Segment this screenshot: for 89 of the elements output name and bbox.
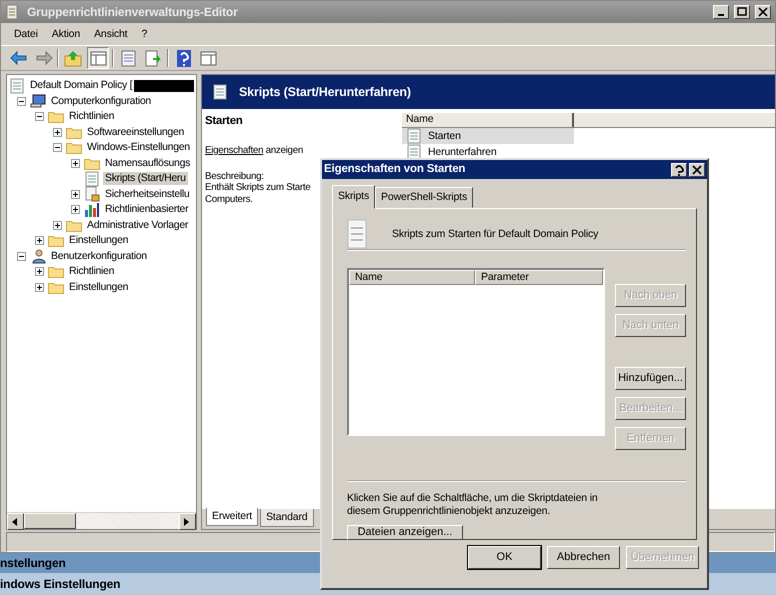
- scroll-left-button[interactable]: [7, 513, 24, 530]
- left-triangle-icon[interactable]: [12, 518, 16, 526]
- collapse-icon[interactable]: [17, 252, 26, 261]
- folder-icon: [48, 280, 64, 294]
- tree-pane-icon[interactable]: [88, 48, 108, 68]
- view-tab[interactable]: Erweitert: [206, 508, 258, 526]
- hint-text: Klicken Sie auf die Schaltfläche, um die Skriptdateien in diesem Gruppenrichtlinienobjekt anzuzeigen.: [347, 492, 599, 518]
- help-icon[interactable]: [674, 164, 684, 176]
- expand-icon[interactable]: [71, 158, 80, 168]
- expand-icon[interactable]: [53, 220, 62, 230]
- back-arrow-icon[interactable]: [8, 48, 28, 68]
- document-icon: [5, 4, 19, 20]
- list-item[interactable]: Starten: [402, 128, 574, 144]
- script-icon: [406, 144, 422, 160]
- tree-item[interactable]: Richtlinien: [67, 265, 116, 278]
- description-text: Computers.: [205, 194, 253, 206]
- menu-item[interactable]: Datei: [7, 26, 45, 42]
- pane-title: Skripts (Start/Herunterfahren): [239, 84, 411, 100]
- dialog-tab[interactable]: Skripts: [332, 185, 376, 209]
- collapse-icon[interactable]: [35, 112, 44, 122]
- column-header[interactable]: Parameter: [475, 270, 603, 285]
- window-title: Gruppenrichtlinienverwaltungs-Editor: [27, 4, 239, 20]
- folder-icon: [48, 234, 64, 248]
- tree-item[interactable]: Einstellungen: [67, 280, 130, 294]
- column-header[interactable]: Name: [349, 270, 475, 285]
- dialog-heading: Skripts zum Starten für Default Domain Policy: [392, 228, 598, 240]
- dialog-title: Eigenschaften von Starten: [324, 162, 466, 176]
- background-heading: nstellungen: [0, 556, 66, 570]
- dialog-button[interactable]: Hinzufügen...: [615, 367, 686, 390]
- redaction-bar: [134, 80, 194, 92]
- tree-item[interactable]: Skripts (Start/Heru: [103, 172, 188, 186]
- expand-icon[interactable]: [53, 128, 62, 137]
- scroll-right-button[interactable]: [179, 513, 196, 530]
- expand-icon[interactable]: [71, 205, 80, 214]
- tree-item[interactable]: Richtlinien: [67, 110, 116, 124]
- tree-item[interactable]: Softwareeinstellungen: [85, 126, 186, 139]
- folder-icon: [48, 265, 64, 278]
- script-icon: [406, 128, 422, 144]
- properties-link[interactable]: Eigenschaften: [205, 144, 264, 156]
- view-files-button[interactable]: Dateien anzeigen...: [347, 525, 463, 540]
- computer-icon: [30, 94, 46, 108]
- expand-icon[interactable]: [35, 236, 44, 246]
- user-icon: [30, 248, 46, 264]
- export-list-icon[interactable]: [144, 48, 162, 68]
- tree-item[interactable]: Richtlinienbasierter: [103, 203, 190, 216]
- description-text: Enthält Skripts zum Starte: [205, 182, 310, 194]
- close-icon[interactable]: [757, 6, 769, 18]
- tree-item[interactable]: Administrative Vorlager: [85, 218, 190, 232]
- lock-document-icon: [84, 186, 100, 202]
- tree-item[interactable]: Default Domain Policy [: [28, 79, 134, 92]
- policy-document-icon: [9, 78, 25, 94]
- expand-icon[interactable]: [35, 282, 44, 292]
- scrollbar-thumb[interactable]: [24, 513, 76, 529]
- dialog-tab[interactable]: PowerShell-Skripts: [375, 187, 474, 208]
- tree-item[interactable]: Sicherheitseinstellu: [103, 188, 192, 201]
- menu-item[interactable]: Aktion: [44, 26, 88, 42]
- tree-item[interactable]: Computerkonfiguration: [49, 94, 153, 108]
- dialog-button[interactable]: Abbrechen: [547, 546, 620, 569]
- background-heading: indows Einstellungen: [0, 576, 120, 592]
- right-triangle-icon[interactable]: [184, 518, 188, 526]
- action-pane-icon[interactable]: [198, 48, 218, 68]
- folder-icon: [84, 156, 100, 170]
- script-icon: [84, 170, 100, 187]
- close-icon[interactable]: [692, 164, 702, 174]
- description-label: Beschreibung:: [205, 170, 265, 182]
- folder-icon: [66, 141, 82, 154]
- tree-item[interactable]: Benutzerkonfiguration: [49, 250, 149, 263]
- maximize-icon[interactable]: [736, 6, 748, 18]
- view-tab[interactable]: Standard: [260, 509, 314, 527]
- collapse-icon[interactable]: [17, 96, 26, 106]
- folder-icon: [66, 126, 82, 139]
- expand-icon[interactable]: [71, 190, 80, 199]
- collapse-icon[interactable]: [53, 143, 62, 152]
- properties-line: Eigenschaften anzeigen: [205, 144, 304, 157]
- script-icon: [347, 219, 367, 249]
- tree-item[interactable]: Namensauflösungs: [103, 156, 192, 170]
- tree-item[interactable]: Einstellungen: [67, 234, 130, 248]
- forward-arrow-icon[interactable]: [34, 48, 52, 68]
- script-icon: [212, 84, 228, 100]
- bar-chart-icon: [84, 202, 100, 218]
- help-menu[interactable]: ?: [134, 26, 154, 42]
- folder-icon: [48, 110, 64, 124]
- menu-item[interactable]: Ansicht: [87, 26, 134, 42]
- section-heading: Starten: [205, 115, 244, 129]
- tree-item[interactable]: Windows-Einstellungen: [85, 141, 192, 154]
- folder-icon: [66, 218, 82, 232]
- dialog-button[interactable]: OK: [468, 546, 541, 569]
- list-icon[interactable]: [118, 48, 138, 68]
- expand-icon[interactable]: [35, 267, 44, 276]
